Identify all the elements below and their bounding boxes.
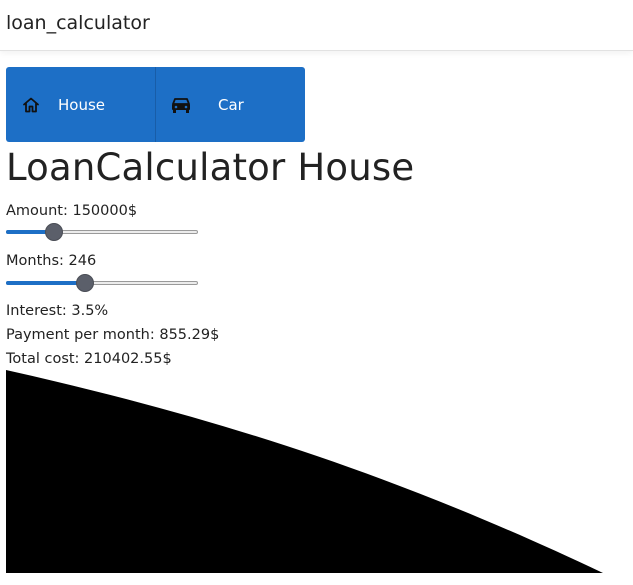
payment-text: Payment per month: 855.29$ [6, 327, 220, 343]
months-slider-thumb[interactable] [76, 274, 94, 292]
amount-slider-thumb[interactable] [45, 223, 63, 241]
page-title: LoanCalculator House [6, 146, 415, 189]
balance-area [6, 370, 603, 573]
tab-house[interactable]: House [6, 67, 155, 142]
total-cost-text: Total cost: 210402.55$ [6, 351, 172, 367]
tab-house-label: House [58, 95, 106, 114]
months-slider[interactable] [6, 274, 198, 294]
title-bar: loan_calculator [0, 0, 633, 51]
home-icon [20, 94, 42, 116]
amount-slider[interactable] [6, 223, 198, 243]
interest-text: Interest: 3.5% [6, 303, 109, 319]
car-icon [170, 94, 192, 116]
months-slider-fill [6, 281, 85, 285]
app-title: loan_calculator [6, 12, 150, 34]
months-label: Months: 246 [6, 253, 97, 269]
tab-car[interactable]: Car [155, 67, 304, 142]
tab-car-label: Car [218, 95, 244, 114]
loan-type-tabbar: House Car [6, 67, 305, 142]
amount-label: Amount: 150000$ [6, 203, 138, 219]
balance-chart [6, 370, 603, 573]
